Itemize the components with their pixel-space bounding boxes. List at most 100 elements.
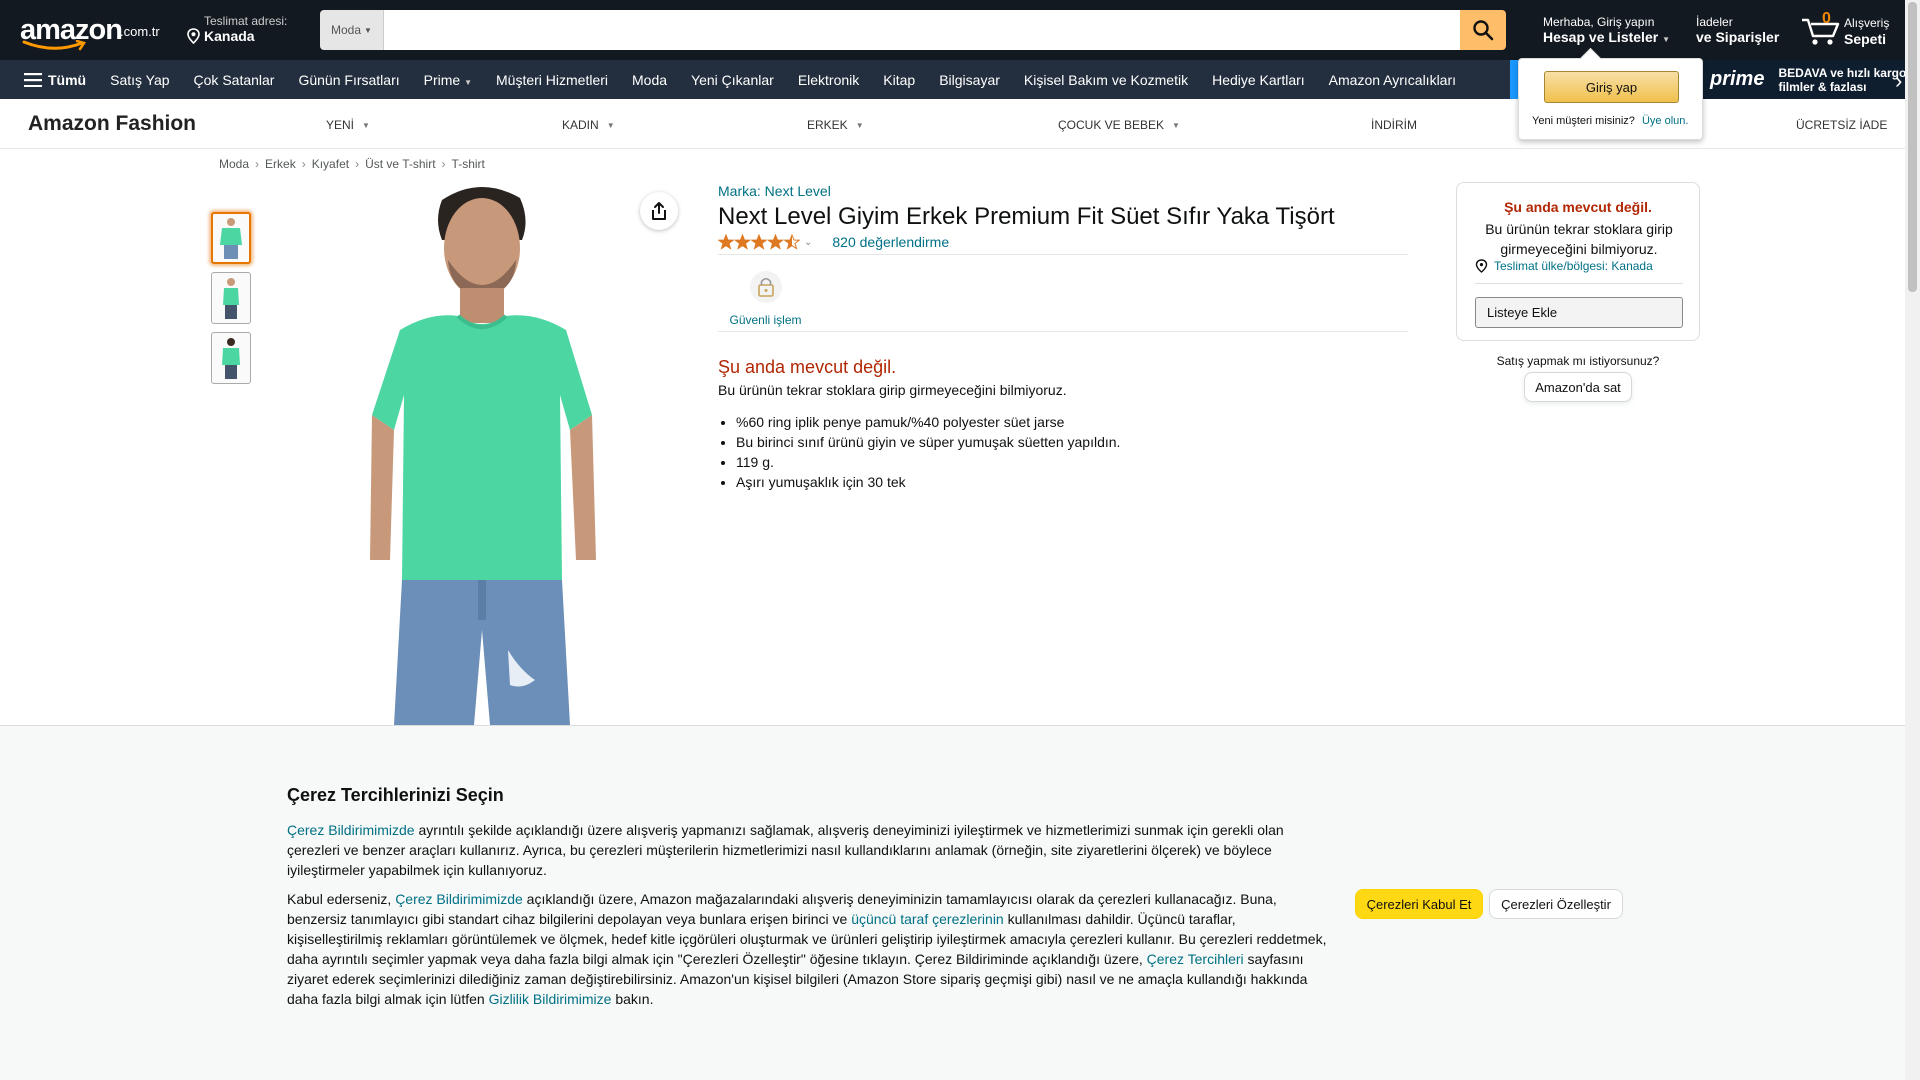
prime-banner-text-2: filmler & fazlası (1778, 79, 1867, 94)
nav-item-best-sellers[interactable]: Çok Satanlar (182, 72, 287, 88)
nav-item-new-releases[interactable]: Yeni Çıkanlar (679, 72, 786, 88)
fashion-nav-women-label: KADIN (562, 118, 599, 132)
brand-link[interactable]: Marka: Next Level (718, 183, 831, 199)
caret-down-icon: ▼ (1172, 120, 1180, 130)
cookie-title: Çerez Tercihlerinizi Seçin (287, 785, 504, 805)
breadcrumb-item[interactable]: T-shirt (452, 157, 485, 171)
account-menu[interactable]: Merhaba, Giriş yapın Hesap ve Listeler ▼ (1543, 15, 1670, 45)
availability-note: Bu ürünün tekrar stoklara girip girmeyec… (718, 382, 1067, 398)
nav-item-computers[interactable]: Bilgisayar (927, 72, 1012, 88)
cart-line2: Sepeti (1844, 31, 1887, 47)
share-button[interactable] (640, 192, 678, 230)
search-bar: Moda ▼ (320, 10, 1506, 50)
fashion-nav-free-returns[interactable]: ÜCRETSİZ İADE (1796, 118, 1887, 132)
fashion-nav-new[interactable]: YENİ ▼ (326, 118, 370, 132)
divider (718, 331, 1408, 332)
product-main-image[interactable] (330, 180, 640, 725)
feature-bullets: %60 ring iplik penye pamuk/%40 polyester… (736, 412, 1120, 492)
location-pin-icon (1475, 259, 1488, 273)
buybox-availability-note: Bu ürünün tekrar stoklara girip girmeyec… (1485, 221, 1673, 257)
chevron-right-icon: › (441, 157, 446, 171)
caret-down-icon: ▼ (362, 120, 370, 130)
cart-link[interactable]: 0 Alışveriş Sepeti (1800, 10, 1900, 50)
accept-cookies-button[interactable]: Çerezleri Kabul Et (1355, 889, 1483, 919)
chevron-right-icon: › (301, 157, 306, 171)
account-greeting: Merhaba, Giriş yapın (1543, 15, 1655, 29)
breadcrumb-item[interactable]: Erkek (265, 157, 296, 171)
fashion-nav-kids[interactable]: ÇOCUK VE BEBEK ▼ (1058, 118, 1180, 132)
nav-item-prime[interactable]: Prime ▼ (412, 72, 484, 88)
divider (1475, 283, 1683, 284)
thumbnail-front[interactable] (211, 212, 251, 264)
nav-item-customer-service[interactable]: Müşteri Hizmetleri (484, 72, 620, 88)
caret-down-icon: ▼ (855, 120, 864, 130)
nav-item-electronics[interactable]: Elektronik (786, 72, 871, 88)
nav-item-books[interactable]: Kitap (871, 72, 927, 88)
nav-item-fashion[interactable]: Moda (620, 72, 679, 88)
star-rating[interactable]: ⌄ (718, 234, 812, 250)
signin-button[interactable]: Giriş yap (1544, 71, 1679, 103)
delivery-location[interactable]: Teslimat adresi: Kanada (186, 14, 287, 44)
chevron-right-icon[interactable]: › (1895, 68, 1902, 94)
breadcrumb-item[interactable]: Kıyafet (312, 157, 349, 171)
secure-transaction[interactable]: Güvenli işlem (728, 270, 803, 327)
all-menu-button[interactable]: Tümü (0, 72, 98, 88)
breadcrumb-item[interactable]: Üst ve T-shirt (365, 157, 435, 171)
nav-item-personal-care[interactable]: Kişisel Bakım ve Kozmetik (1012, 72, 1200, 88)
cookie-notice-link[interactable]: Çerez Bildirimimizde (395, 891, 523, 907)
cookie-preferences-link[interactable]: Çerez Tercihleri (1147, 951, 1244, 967)
smile-icon (22, 40, 86, 51)
search-icon (1473, 20, 1494, 41)
buybox-location-link[interactable]: Teslimat ülke/bölgesi: Kanada (1494, 259, 1653, 273)
feature-bullet: %60 ring iplik penye pamuk/%40 polyester… (736, 412, 1120, 432)
search-button[interactable] (1460, 10, 1506, 50)
caret-down-icon: ▼ (606, 120, 615, 130)
nav-item-amazon-perks[interactable]: Amazon Ayrıcalıkları (1317, 72, 1468, 88)
buybox-delivery-location[interactable]: Teslimat ülke/bölgesi: Kanada (1475, 259, 1653, 273)
amazon-fashion-logo[interactable]: Amazon Fashion (28, 112, 196, 136)
nav-item-gift-cards[interactable]: Hediye Kartları (1200, 72, 1317, 88)
caret-down-icon: ▼ (464, 77, 472, 87)
fashion-nav-women[interactable]: KADIN ▼ (562, 118, 615, 132)
fashion-nav-men-label: ERKEK (807, 118, 848, 132)
prime-logo-text: prime (1710, 68, 1765, 90)
search-category-select[interactable]: Moda ▼ (320, 10, 384, 50)
nav-item-sell[interactable]: Satış Yap (98, 72, 181, 88)
rating-count-link[interactable]: 820 değerlendirme (832, 234, 949, 250)
thumbnail-image (222, 338, 240, 379)
star-mark (718, 234, 735, 250)
cart-icon (1802, 18, 1840, 45)
cookie-banner: Çerez Tercihlerinizi Seçin Çerez Bildiri… (0, 725, 1905, 1080)
caret-down-icon: ▼ (364, 25, 372, 35)
top-nav: amazon .com.tr Teslimat adresi: Kanada M… (0, 0, 1920, 60)
buy-box: Şu anda mevcut değil. Bu ürünün tekrar s… (1456, 182, 1700, 341)
fashion-nav-sale[interactable]: İNDİRİM (1371, 118, 1417, 132)
feature-bullet: Bu birinci sınıf ürünü giyin ve süper yu… (736, 432, 1120, 452)
add-to-list-button[interactable]: Listeye Ekle (1475, 297, 1683, 328)
thumbnail-back[interactable] (211, 332, 251, 384)
nav-item-deals[interactable]: Günün Fırsatları (286, 72, 411, 88)
customize-cookies-button[interactable]: Çerezleri Özelleştir (1489, 889, 1623, 919)
amazon-logo[interactable]: amazon .com.tr (20, 14, 170, 51)
signup-link[interactable]: Üye olun. (1642, 115, 1688, 127)
page-scrollbar[interactable] (1905, 0, 1920, 1080)
share-icon (652, 202, 666, 220)
cart-line1: Alışveriş (1844, 16, 1890, 30)
returns-orders-link[interactable]: İadeler ve Siparişler (1696, 15, 1779, 45)
privacy-notice-link[interactable]: Gizlilik Bildirimimize (489, 991, 612, 1007)
search-category-label: Moda (331, 23, 362, 37)
cookie-notice-link[interactable]: Çerez Bildirimimizde (287, 822, 415, 838)
orders-line1: İadeler (1696, 15, 1733, 29)
search-input[interactable] (384, 10, 1460, 50)
scrollbar-thumb[interactable] (1908, 2, 1917, 292)
cookie-p1-text: ayrıntılı şekilde açıklandığı üzere alış… (287, 822, 1284, 878)
third-party-cookies-link[interactable]: üçüncü taraf çerezlerinin (851, 911, 1004, 927)
thumbnail-side[interactable] (211, 272, 251, 324)
new-customer-text: Yeni müşteri misiniz? (1532, 115, 1635, 127)
star-mark (750, 234, 768, 250)
sell-on-amazon-button[interactable]: Amazon'da sat (1524, 372, 1632, 402)
breadcrumb-item[interactable]: Moda (219, 157, 249, 171)
all-menu-label: Tümü (48, 71, 87, 88)
feature-bullet: 119 g. (736, 452, 1120, 472)
fashion-nav-men[interactable]: ERKEK ▼ (807, 118, 864, 132)
